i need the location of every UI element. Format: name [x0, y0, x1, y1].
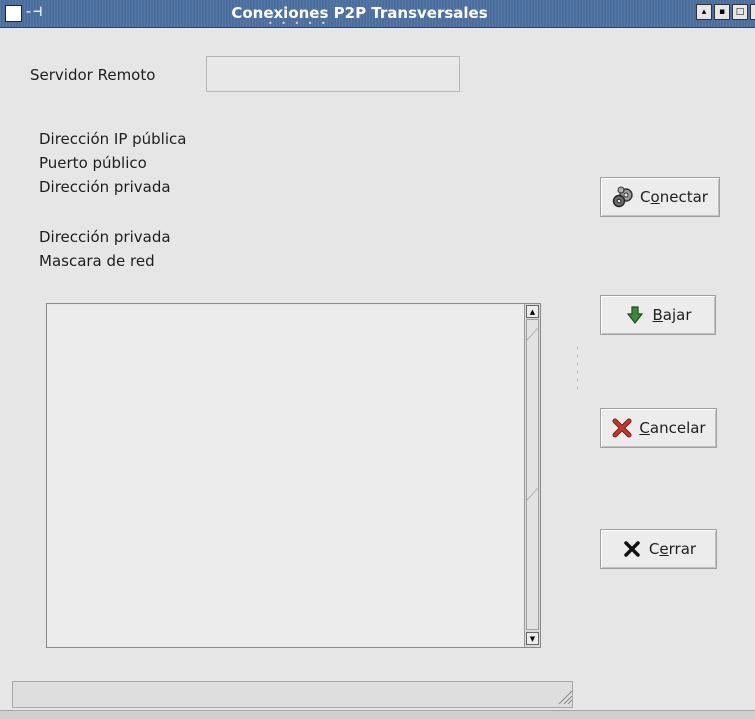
window-titlebar[interactable]: -⊣ Conexiones P2P Transversales • • • • …	[0, 0, 755, 28]
maximize-button[interactable]: ▪	[714, 4, 730, 20]
cancel-button[interactable]: Cancelar	[600, 408, 717, 448]
red-x-icon	[611, 417, 633, 439]
remote-server-input[interactable]	[206, 56, 460, 92]
remote-server-label: Servidor Remoto	[30, 66, 156, 84]
public-port-label: Puerto público	[39, 154, 147, 172]
status-bar	[12, 681, 573, 708]
minimize-button[interactable]: ▴	[696, 4, 712, 20]
resize-grip-icon[interactable]	[555, 687, 573, 705]
log-text[interactable]	[48, 305, 524, 646]
titlebar-grip-icon: • • • • •	[268, 19, 329, 28]
close-button[interactable]: Cerrar	[600, 529, 717, 569]
connect-button[interactable]: Conectar	[600, 177, 720, 217]
private-address-label: Dirección privada	[39, 178, 171, 196]
splitter-handle-icon[interactable]: · · · · · ·	[576, 345, 580, 405]
black-x-icon	[621, 538, 643, 560]
arrow-down-icon	[624, 304, 646, 326]
vertical-scrollbar[interactable]: ▲ ▼	[524, 304, 540, 647]
gears-icon	[612, 186, 634, 208]
public-ip-label: Dirección IP pública	[39, 130, 187, 148]
scroll-down-arrow-icon[interactable]: ▼	[526, 632, 539, 645]
netmask-label: Mascara de red	[39, 252, 155, 270]
private-address-label-2: Dirección privada	[39, 228, 171, 246]
scroll-up-arrow-icon[interactable]: ▲	[526, 305, 539, 318]
close-window-button[interactable]: ✕	[750, 4, 755, 20]
log-textarea[interactable]: ▲ ▼	[46, 303, 541, 648]
restore-button[interactable]: □	[732, 4, 748, 20]
scroll-thumb[interactable]	[526, 319, 539, 630]
download-button[interactable]: Bajar	[600, 295, 716, 335]
